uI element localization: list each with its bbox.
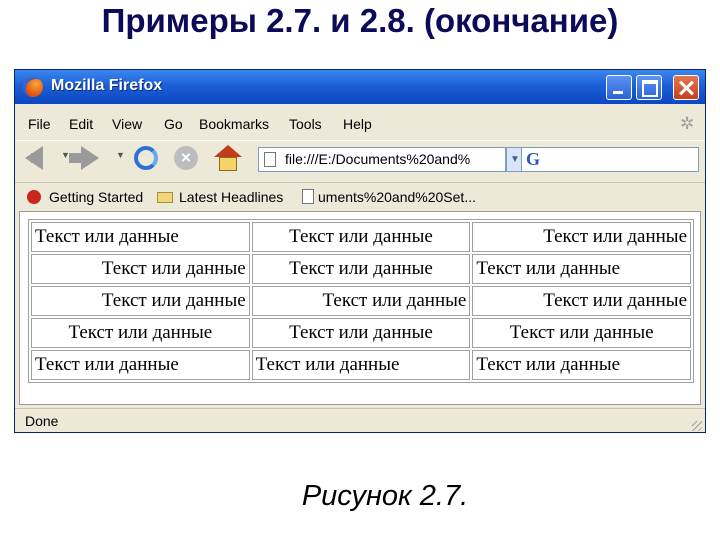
window-title: Mozilla Firefox [51,77,163,94]
maximize-button[interactable] [636,75,662,100]
close-button[interactable] [673,75,699,100]
table-cell: Текст или данные [251,318,471,348]
menu-edit[interactable]: Edit [69,116,93,132]
table-row: Текст или данные Текст или данные Текст ил… [31,222,691,252]
bookmark-getting-started[interactable]: Getting Started [49,189,143,205]
table-cell: Текст или данные [472,350,691,380]
menu-bar: File Edit View Go Bookmarks Tools Help ✲ [15,110,705,136]
home-icon[interactable] [214,145,242,171]
table-row: Текст или данные Текст или данные Текст ил… [31,318,691,348]
menu-file[interactable]: File [28,116,51,132]
navigation-toolbar: ▼ ▼ × file:///E:/Documents%20and% ▼ G [15,140,705,179]
minimize-button[interactable] [606,75,632,100]
folder-icon [157,192,173,203]
back-arrow-icon[interactable] [25,146,43,170]
table-cell: Текст или данные [31,318,250,348]
menu-go[interactable]: Go [164,116,183,132]
bookmark-documents[interactable]: uments%20and%20Set... [318,189,476,205]
table-cell: Текст или данные [31,350,250,380]
table-cell: Текст или данные [472,318,691,348]
figure-caption: Рисунок 2.7. [301,480,469,512]
table-cell: Текст или данные [472,286,691,316]
table-cell: Текст или данные [251,286,471,316]
table-cell: Текст или данные [31,254,250,284]
browser-window: Mozilla Firefox File Edit View Go Bookma… [14,69,706,433]
google-icon[interactable]: G [526,149,540,170]
status-text: Done [25,413,59,429]
status-bar: Done [15,408,705,432]
reload-icon[interactable] [134,146,158,170]
table-cell: Текст или данные [472,222,691,252]
menu-help[interactable]: Help [343,116,372,132]
table-cell: Текст или данные [472,254,691,284]
bookmarks-toolbar: Getting Started Latest Headlines uments%… [15,182,705,209]
menu-view[interactable]: View [112,116,142,132]
url-text: file:///E:/Documents%20and% [285,151,471,167]
firefox-icon [23,77,43,97]
menu-bookmarks[interactable]: Bookmarks [199,116,269,132]
title-bar[interactable]: Mozilla Firefox [15,70,705,104]
stop-icon[interactable]: × [174,146,198,170]
table-cell: Текст или данные [31,286,250,316]
page-content: Текст или данные Текст или данные Текст ил… [19,211,701,405]
forward-dropdown-icon[interactable]: ▼ [116,150,125,160]
page-icon [264,152,276,167]
table-cell: Текст или данные [251,350,471,380]
page-icon [302,189,314,204]
table-cell: Текст или данные [251,254,471,284]
url-input[interactable]: file:///E:/Documents%20and% [258,147,506,172]
table-cell: Текст или данные [31,222,250,252]
resize-grip-icon[interactable] [692,421,702,431]
table-row: Текст или данные Текст или данные Текст ил… [31,254,691,284]
menu-tools[interactable]: Tools [289,116,322,132]
bookmark-latest-headlines[interactable]: Latest Headlines [179,189,283,205]
search-input[interactable]: G [521,147,699,172]
getting-started-icon [27,190,41,204]
table-row: Текст или данные Текст или данные Текст ил… [31,286,691,316]
throbber-icon: ✲ [680,114,695,133]
table-cell: Текст или данные [251,222,471,252]
data-table: Текст или данные Текст или данные Текст ил… [28,219,694,383]
slide-title: Примеры 2.7. и 2.8. (окончание) [101,2,619,39]
forward-arrow-icon[interactable] [69,146,99,170]
table-row: Текст или данные Текст или данные Текст ил… [31,350,691,380]
